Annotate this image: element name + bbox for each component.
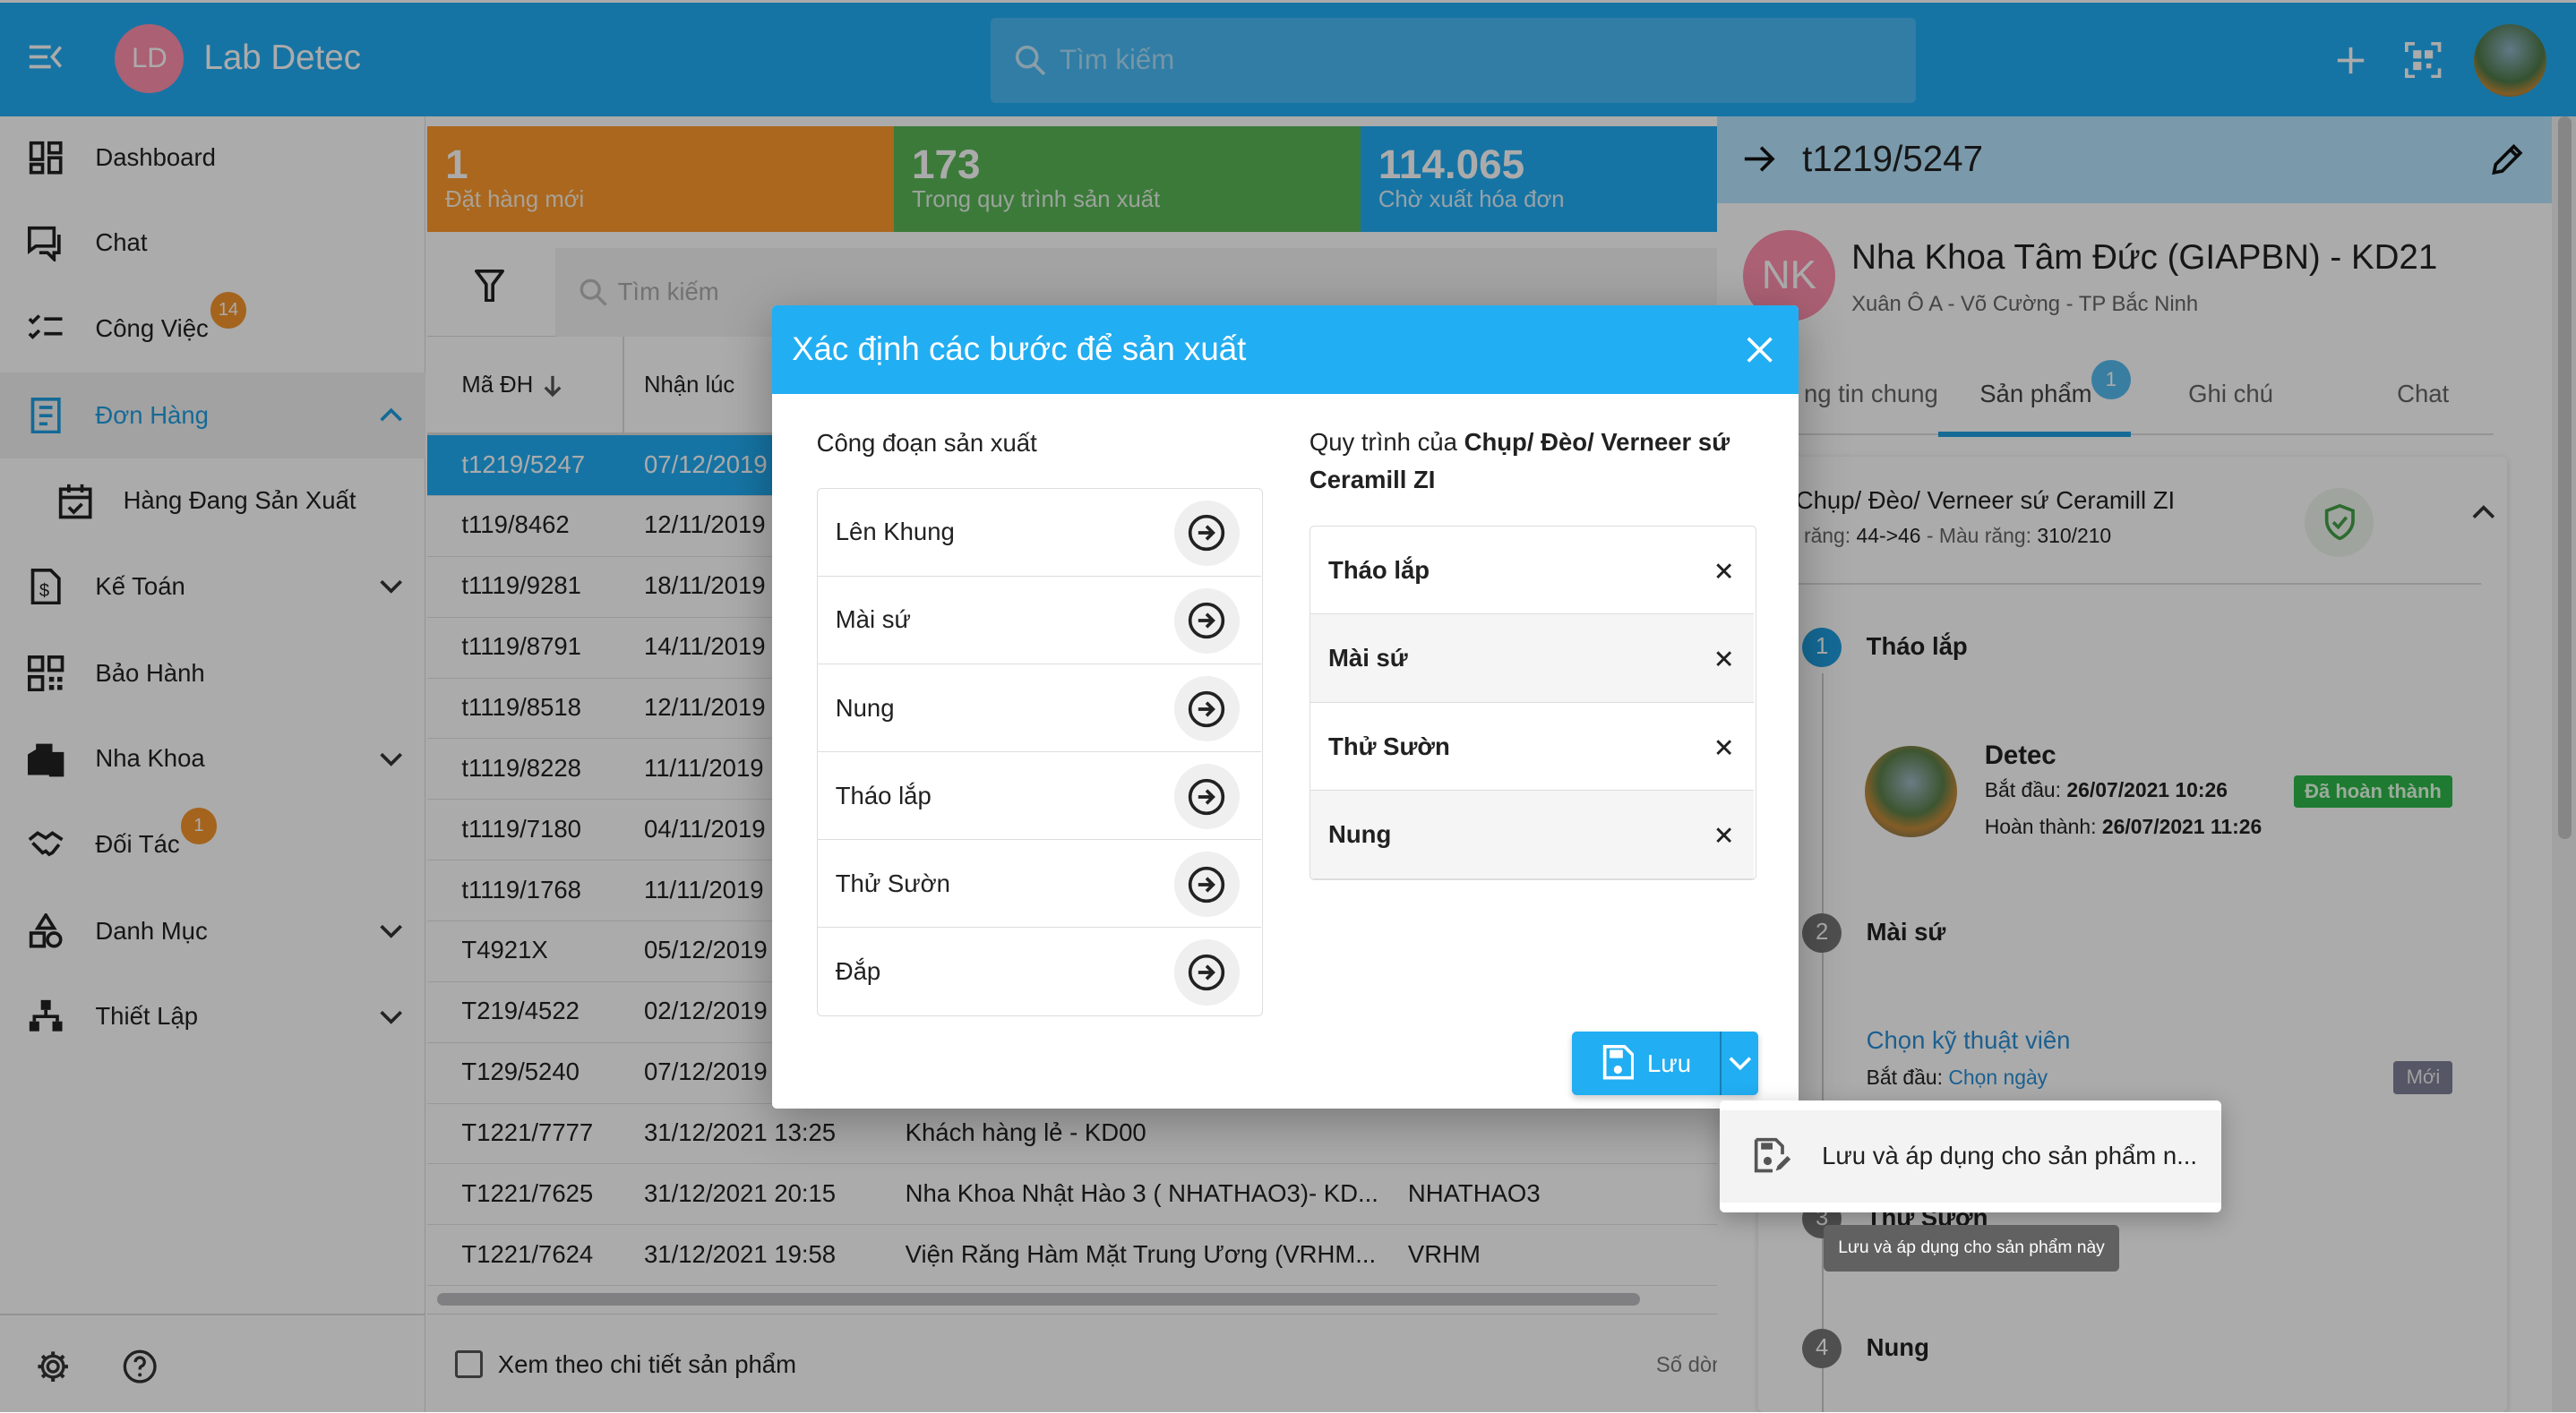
arrow-circle-right-icon	[1189, 515, 1225, 552]
stage-item: Mài sứ	[817, 577, 1261, 664]
menu-item-save-apply[interactable]: Lưu và áp dụng cho sản phẩm n...	[1720, 1109, 2221, 1203]
stage-item: Lên Khung	[817, 489, 1261, 577]
add-stage-button[interactable]	[1173, 587, 1240, 655]
menu-item-label: Lưu và áp dụng cho sản phẩm n...	[1822, 1142, 2198, 1170]
stage-label: Đắp	[835, 956, 881, 985]
stage-item: Thử Sườn	[817, 840, 1261, 929]
stage-label: Nung	[835, 693, 895, 722]
add-stage-button[interactable]	[1173, 500, 1240, 566]
remove-step-icon[interactable]	[1711, 646, 1737, 672]
available-stages-list: Lên Khung Mài sứ Nung Tháo lắp Thử Sườn Đắp	[816, 487, 1264, 1017]
save-options-dropdown[interactable]	[1722, 1032, 1757, 1096]
process-step-label: Thử Sườn	[1328, 732, 1450, 760]
stage-item: Tháo lắp	[817, 752, 1261, 841]
process-step-label: Nung	[1328, 820, 1392, 849]
arrow-circle-right-icon	[1189, 866, 1225, 903]
remove-step-icon[interactable]	[1711, 822, 1737, 848]
stage-label: Tháo lắp	[835, 781, 932, 809]
remove-step-icon[interactable]	[1711, 558, 1737, 584]
remove-step-icon[interactable]	[1711, 734, 1737, 760]
save-button[interactable]: Lưu	[1572, 1032, 1720, 1096]
add-stage-button[interactable]	[1173, 939, 1240, 1006]
selected-process-list: Tháo lắp Mài sứ Thử Sườn Nung	[1309, 525, 1756, 881]
process-step-item[interactable]: Nung	[1309, 791, 1755, 879]
stages-label: Công đoạn sản xuất	[816, 428, 1037, 457]
arrow-circle-right-icon	[1189, 690, 1225, 727]
stage-item: Đắp	[817, 928, 1261, 1016]
process-step-item[interactable]: Mài sứ	[1309, 614, 1755, 703]
stage-item: Nung	[817, 664, 1261, 753]
arrow-circle-right-icon	[1189, 954, 1225, 991]
add-stage-button[interactable]	[1173, 852, 1240, 918]
save-edit-icon	[1754, 1138, 1791, 1173]
save-split-button: Lưu	[1572, 1031, 1758, 1096]
add-stage-button[interactable]	[1173, 675, 1240, 742]
add-stage-button[interactable]	[1173, 763, 1240, 830]
arrow-circle-right-icon	[1189, 778, 1225, 815]
stage-label: Mài sứ	[835, 605, 911, 634]
process-step-label: Mài sứ	[1328, 644, 1408, 672]
save-options-menu: Lưu và áp dụng cho sản phẩm n...	[1720, 1100, 2221, 1212]
process-step-item[interactable]: Tháo lắp	[1309, 527, 1755, 615]
tooltip: Lưu và áp dụng cho sản phẩm này	[1823, 1225, 2120, 1272]
stage-label: Lên Khung	[835, 518, 955, 546]
process-step-item[interactable]: Thử Sườn	[1309, 703, 1755, 792]
arrow-circle-right-icon	[1189, 603, 1225, 639]
process-step-label: Tháo lắp	[1328, 555, 1430, 584]
production-steps-dialog: Xác định các bước để sản xuất Công đoạn …	[772, 305, 1799, 1109]
dialog-header: Xác định các bước để sản xuất	[772, 305, 1799, 395]
chevron-down-icon	[1729, 1057, 1751, 1071]
floppy-save-icon	[1602, 1045, 1635, 1080]
stage-label: Thử Sườn	[835, 869, 950, 897]
close-icon[interactable]	[1747, 337, 1773, 363]
process-label-prefix: Quy trình của	[1309, 428, 1464, 457]
save-label: Lưu	[1647, 1049, 1692, 1077]
dialog-title: Xác định các bước để sản xuất	[792, 330, 1247, 367]
process-label: Quy trình của Chụp/ Đèo/ Verneer sứ Cera…	[1309, 424, 1753, 499]
